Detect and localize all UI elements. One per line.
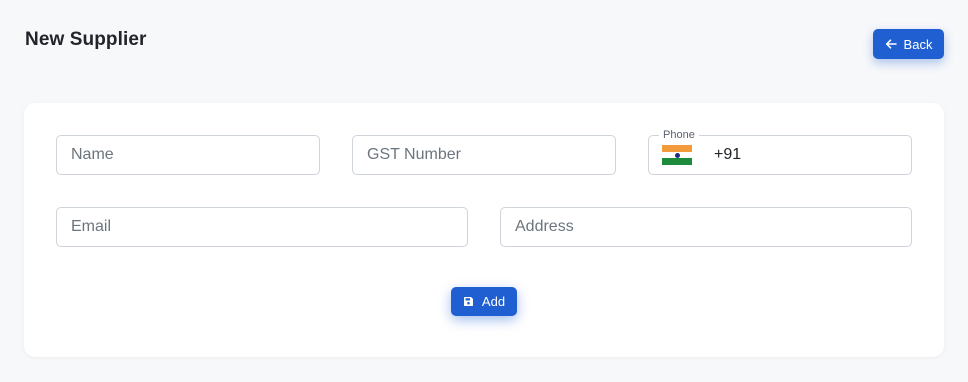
india-flag-icon[interactable] xyxy=(662,145,692,166)
back-button-label: Back xyxy=(903,36,933,52)
add-button[interactable]: Add xyxy=(451,287,517,316)
email-input[interactable] xyxy=(57,208,467,246)
phone-field-wrapper: Phone xyxy=(648,128,912,175)
add-button-label: Add xyxy=(481,294,506,309)
save-icon xyxy=(463,296,474,307)
gst-number-input[interactable] xyxy=(353,136,615,174)
name-field-wrapper xyxy=(56,135,320,175)
address-input[interactable] xyxy=(501,208,911,246)
address-field-wrapper xyxy=(500,207,912,247)
gst-field-wrapper xyxy=(352,135,616,175)
back-button[interactable]: Back xyxy=(873,29,944,59)
page: New Supplier Back Phone xyxy=(0,0,968,382)
supplier-form-card: Phone Add xyxy=(24,103,944,357)
arrow-left-icon xyxy=(885,39,897,49)
name-input[interactable] xyxy=(57,136,319,174)
email-field-wrapper xyxy=(56,207,468,247)
page-title: New Supplier xyxy=(25,29,147,50)
phone-label: Phone xyxy=(659,128,699,142)
